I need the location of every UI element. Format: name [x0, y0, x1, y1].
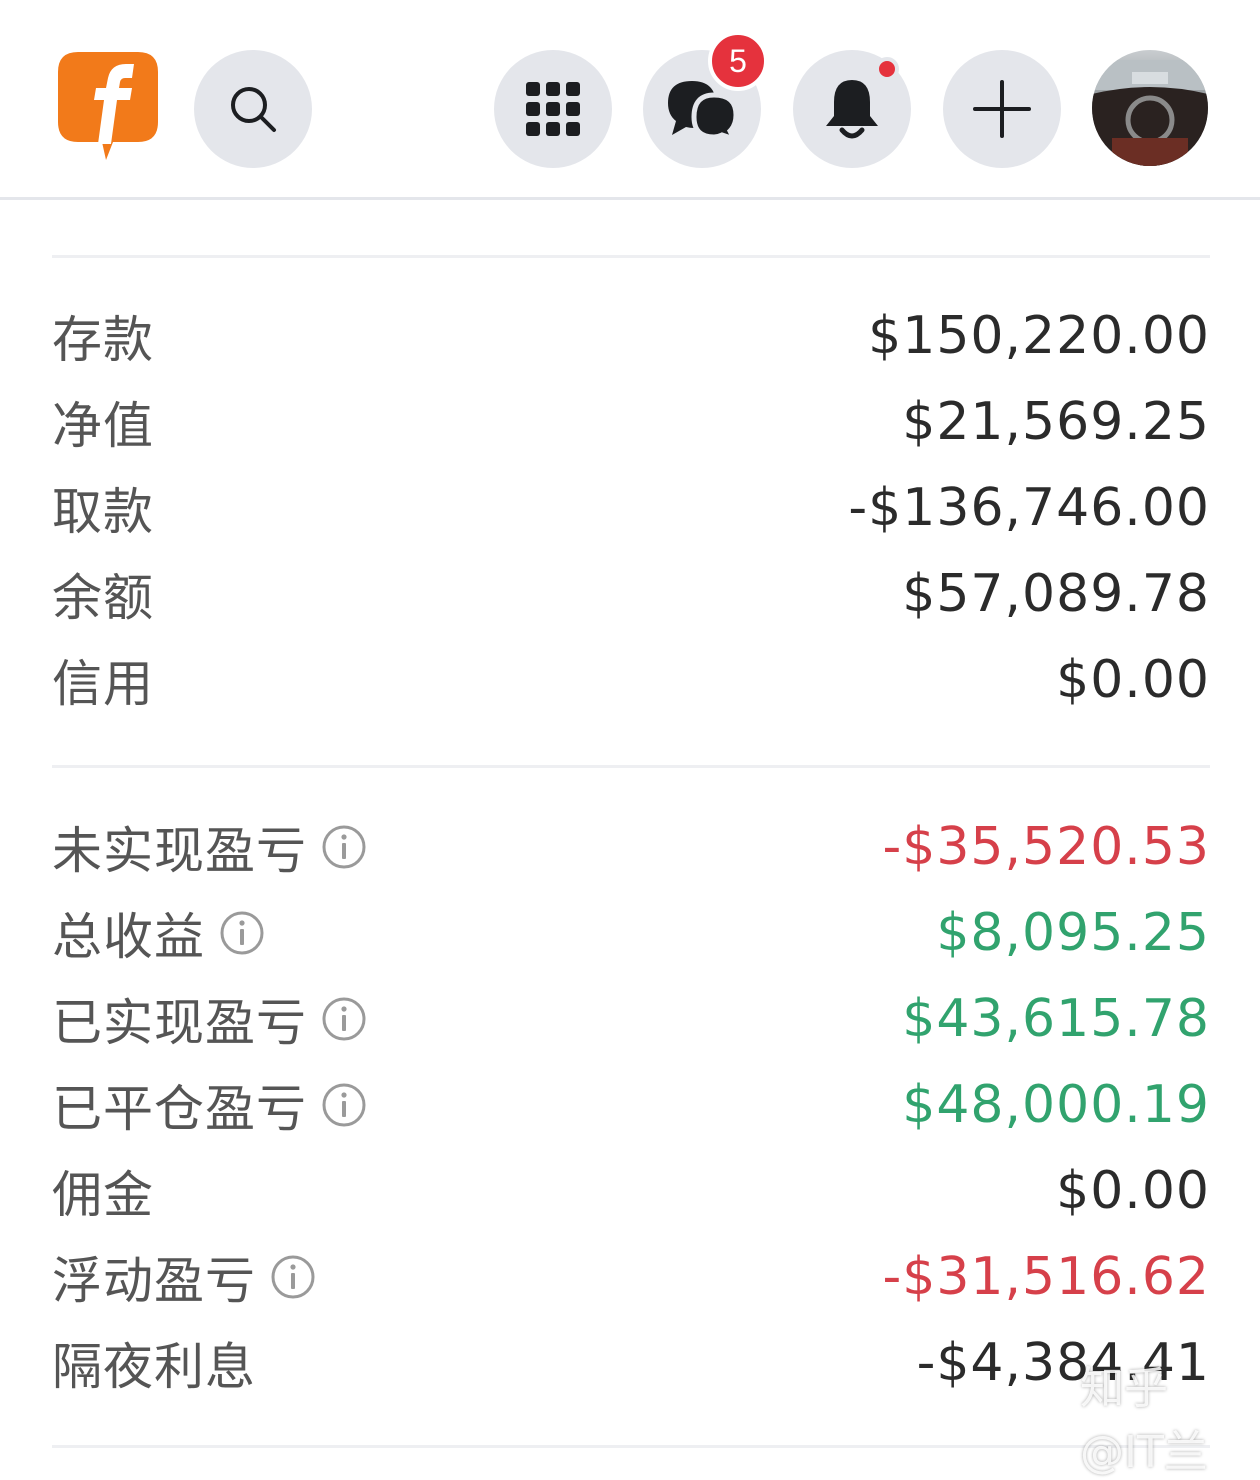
row-label-container: 存款 [52, 300, 154, 372]
search-icon [231, 87, 276, 132]
summary-row: 浮动盈亏 -$31,516.62 [52, 1234, 1210, 1320]
row-value: -$136,746.00 [848, 478, 1210, 538]
row-value: $150,220.00 [868, 306, 1210, 366]
row-label: 存款 [52, 311, 154, 369]
profile-avatar[interactable] [1092, 50, 1208, 166]
top-navigation-bar: 5 [0, 0, 1260, 200]
info-icon[interactable] [219, 910, 265, 956]
info-icon[interactable] [321, 996, 367, 1042]
summary-row: 取款 -$136,746.00 [52, 465, 1210, 551]
bell-icon [826, 80, 878, 139]
row-label: 已实现盈亏 [52, 994, 307, 1052]
row-label-container: 已实现盈亏 [52, 983, 367, 1055]
row-value: $8,095.25 [936, 903, 1210, 963]
summary-row: 已实现盈亏 $43,615.78 [52, 976, 1210, 1062]
summary-row: 隔夜利息 -$4,384.41 [52, 1320, 1210, 1406]
row-label: 信用 [52, 655, 154, 713]
summary-row: 未实现盈亏 -$35,520.53 [52, 804, 1210, 890]
row-value: $57,089.78 [902, 564, 1210, 624]
row-label-container: 取款 [52, 472, 154, 544]
summary-row: 总收益 $8,095.25 [52, 890, 1210, 976]
section-divider [52, 255, 1210, 258]
row-label: 已平仓盈亏 [52, 1080, 307, 1138]
facebook-logo-icon[interactable] [58, 52, 158, 162]
row-label-container: 隔夜利息 [52, 1327, 256, 1399]
row-label-container: 总收益 [52, 897, 265, 969]
row-label: 浮动盈亏 [52, 1252, 256, 1310]
row-label: 未实现盈亏 [52, 822, 307, 880]
row-value: -$35,520.53 [882, 817, 1210, 877]
apps-menu-button[interactable] [494, 50, 612, 168]
summary-row: 存款 $150,220.00 [52, 293, 1210, 379]
plus-icon [973, 80, 1031, 138]
summary-row: 已平仓盈亏 $48,000.19 [52, 1062, 1210, 1148]
row-label: 净值 [52, 397, 154, 455]
search-button[interactable] [194, 50, 312, 168]
row-label-container: 余额 [52, 558, 154, 630]
row-value: $43,615.78 [902, 989, 1210, 1049]
section-divider [52, 1445, 1210, 1448]
avatar-image [1092, 50, 1208, 166]
row-value: $0.00 [1056, 650, 1210, 710]
section-divider [52, 765, 1210, 768]
row-label: 取款 [52, 483, 154, 541]
row-label-container: 已平仓盈亏 [52, 1069, 367, 1141]
summary-row: 余额 $57,089.78 [52, 551, 1210, 637]
row-label-container: 佣金 [52, 1155, 154, 1227]
row-label-container: 浮动盈亏 [52, 1241, 316, 1313]
row-value: -$31,516.62 [882, 1247, 1210, 1307]
watermark-text: 知乎 @IT兰 [1080, 1363, 1208, 1478]
row-label-container: 信用 [52, 644, 154, 716]
info-icon[interactable] [321, 824, 367, 870]
row-value: $0.00 [1056, 1161, 1210, 1221]
summary-row: 净值 $21,569.25 [52, 379, 1210, 465]
info-icon[interactable] [321, 1082, 367, 1128]
row-label: 余额 [52, 569, 154, 627]
messages-count-badge: 5 [708, 31, 768, 91]
row-label: 佣金 [52, 1166, 154, 1224]
create-button[interactable] [943, 50, 1061, 168]
summary-row: 信用 $0.00 [52, 637, 1210, 723]
grid-menu-icon [526, 82, 580, 136]
row-label-container: 未实现盈亏 [52, 811, 367, 883]
summary-row: 佣金 $0.00 [52, 1148, 1210, 1234]
notification-dot [875, 57, 899, 81]
row-label: 隔夜利息 [52, 1338, 256, 1396]
info-icon[interactable] [270, 1254, 316, 1300]
row-label: 总收益 [52, 908, 205, 966]
row-value: $48,000.19 [902, 1075, 1210, 1135]
row-value: $21,569.25 [902, 392, 1210, 452]
row-label-container: 净值 [52, 386, 154, 458]
